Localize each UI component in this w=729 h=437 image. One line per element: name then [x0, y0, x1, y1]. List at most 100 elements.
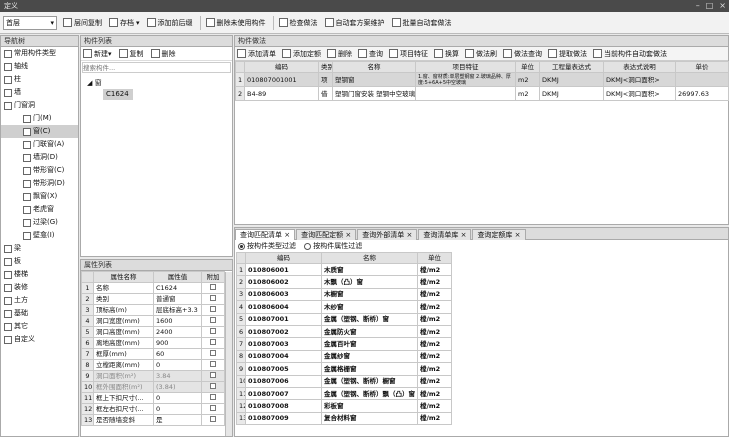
tree-root-window[interactable]: ◢ 窗: [87, 78, 226, 89]
delete-unused-button[interactable]: 删除未使用构件: [205, 18, 266, 28]
component-search-input[interactable]: [82, 62, 231, 73]
method-cell-feature[interactable]: 1.窗、窗材质:单层塑钢窗 2.玻璃品种、厚度:5+6A+5中空玻璃: [415, 72, 516, 87]
method-cell-name[interactable]: 塑钢窗: [332, 72, 416, 87]
method-cell-expr[interactable]: DKMJ: [539, 72, 604, 87]
query-row[interactable]: 9 010807005 金属格栅窗 樘/m2: [236, 362, 452, 376]
method-brush-button[interactable]: 做法刷: [465, 49, 497, 59]
nav-item[interactable]: 带形洞(D): [1, 177, 78, 190]
property-extra-checkbox[interactable]: [201, 348, 225, 360]
property-row[interactable]: 8 立樘距离(mm) 0: [81, 359, 225, 371]
nav-item[interactable]: 土方: [1, 294, 78, 307]
property-value[interactable]: 0: [153, 359, 202, 371]
property-row[interactable]: 1 名称 C1624: [81, 282, 225, 294]
method-query-button[interactable]: 做法查询: [503, 49, 542, 59]
property-row[interactable]: 9 洞口面积(m²) 3.84: [81, 370, 225, 382]
query-tab[interactable]: 查询清单库 ×: [418, 229, 472, 240]
property-value[interactable]: (3.84): [153, 381, 202, 393]
nav-item[interactable]: 门联窗(A): [1, 138, 78, 151]
property-row[interactable]: 12 框左右扣尺寸(... 0: [81, 403, 225, 415]
property-value[interactable]: 2400: [153, 326, 202, 338]
query-row[interactable]: 6 010807002 金属防火窗 樘/m2: [236, 324, 452, 339]
property-extra-checkbox[interactable]: [201, 403, 225, 415]
property-value[interactable]: 60: [153, 348, 202, 360]
method-cell-code[interactable]: 010807001001: [244, 72, 319, 87]
nav-item[interactable]: 壁龛(I): [1, 229, 78, 242]
nav-item[interactable]: 门窗洞: [1, 99, 78, 112]
method-cell-name[interactable]: 塑钢门窗安装 塑钢中空玻璃窗: [332, 86, 416, 101]
method-cell-price[interactable]: [675, 72, 729, 87]
nav-item[interactable]: 柱: [1, 73, 78, 86]
nav-item[interactable]: 梁: [1, 242, 78, 255]
delete-component-button[interactable]: 删除: [150, 49, 176, 59]
nav-item[interactable]: 墙洞(D): [1, 151, 78, 164]
property-extra-checkbox[interactable]: [201, 282, 225, 294]
property-row[interactable]: 3 顶标高(m) 层底标高+3.3: [81, 304, 225, 316]
query-tab[interactable]: 查询匹配清单 ×: [235, 229, 296, 240]
method-cell-expr[interactable]: DKMJ: [539, 86, 604, 101]
property-value[interactable]: 1600: [153, 315, 202, 327]
property-row[interactable]: 11 框上下扣尺寸(... 0: [81, 392, 225, 404]
nav-item[interactable]: 板: [1, 255, 78, 268]
close-icon[interactable]: ×: [515, 231, 521, 239]
query-row[interactable]: 5 010807001 金属（塑钢、断桥）窗 樘/m2: [236, 312, 452, 326]
property-extra-checkbox[interactable]: [201, 337, 225, 349]
property-extra-checkbox[interactable]: [201, 315, 225, 327]
property-value[interactable]: 普通窗: [153, 293, 202, 305]
close-icon[interactable]: ×: [406, 231, 412, 239]
nav-item[interactable]: 带形窗(C): [1, 164, 78, 177]
query-row[interactable]: 10010807006金属（塑钢、断桥）橱窗樘/m2: [236, 374, 452, 388]
property-value[interactable]: 0: [153, 403, 202, 415]
method-cell-feature[interactable]: [415, 86, 516, 101]
check-method-button[interactable]: 检查做法: [278, 18, 318, 28]
project-feature-button[interactable]: 项目特征: [389, 49, 428, 59]
add-prefix-suffix-button[interactable]: 添加前后缀: [146, 18, 193, 28]
nav-item[interactable]: 老虎窗: [1, 203, 78, 216]
query-tab[interactable]: 查询定额库 ×: [472, 229, 526, 240]
query-row[interactable]: 2 010806002 木飘（凸）窗 樘/m2: [236, 275, 452, 289]
properties-scrollbar[interactable]: [225, 272, 232, 436]
filter-by-type-radio[interactable]: 按构件类型过滤: [238, 242, 296, 250]
property-row[interactable]: 6 离地高度(mm) 900: [81, 337, 225, 349]
nav-item[interactable]: 其它: [1, 320, 78, 333]
close-icon[interactable]: ×: [719, 1, 726, 10]
filter-by-attr-radio[interactable]: 按构件属性过滤: [304, 242, 362, 250]
extract-method-button[interactable]: 提取做法: [548, 49, 587, 59]
convert-button[interactable]: 换算: [434, 49, 459, 59]
nav-item[interactable]: 飘窗(X): [1, 190, 78, 203]
query-row[interactable]: 11010807007金属（塑钢、断桥）飘（凸）窗樘/m2: [236, 386, 452, 401]
property-extra-checkbox[interactable]: [201, 293, 225, 305]
close-icon[interactable]: ×: [284, 231, 290, 239]
minimize-icon[interactable]: –: [696, 1, 700, 10]
close-icon[interactable]: ×: [345, 231, 351, 239]
method-cell-type[interactable]: 项: [318, 72, 333, 87]
auto-method-current-button[interactable]: 当前构件自动套做法: [593, 49, 667, 59]
property-extra-checkbox[interactable]: [201, 359, 225, 371]
nav-item[interactable]: 轴线: [1, 60, 78, 73]
property-value[interactable]: 900: [153, 337, 202, 349]
query-row[interactable]: 13010807009复合材料窗樘/m2: [236, 411, 452, 426]
query-row[interactable]: 1 010806001 木质窗 樘/m2: [236, 262, 452, 277]
query-tab[interactable]: 查询外部清单 ×: [357, 229, 418, 240]
property-extra-checkbox[interactable]: [201, 392, 225, 404]
floor-select[interactable]: 首层 ▾: [3, 15, 57, 30]
nav-item[interactable]: 基础: [1, 307, 78, 320]
query-row[interactable]: 3 010806003 木橱窗 樘/m2: [236, 287, 452, 302]
property-extra-checkbox[interactable]: [201, 381, 225, 393]
query-row[interactable]: 7 010807003 金属百叶窗 樘/m2: [236, 337, 452, 351]
nav-item[interactable]: 自定义: [1, 333, 78, 346]
archive-button[interactable]: 存档 ▾: [109, 18, 140, 28]
delete-method-button[interactable]: 删除: [327, 49, 352, 59]
nav-item[interactable]: 窗(C): [1, 125, 78, 138]
property-value[interactable]: 3.84: [153, 370, 202, 382]
nav-item[interactable]: 装修: [1, 281, 78, 294]
property-extra-checkbox[interactable]: [201, 304, 225, 316]
copy-between-floors-button[interactable]: 层间复制: [63, 18, 102, 28]
property-extra-checkbox[interactable]: [201, 414, 225, 426]
method-row[interactable]: 1 010807001001 项塑钢窗 1.窗、窗材质:单层塑钢窗 2.玻璃品种、厚度…: [235, 72, 729, 87]
method-cell-unit[interactable]: m2: [515, 72, 540, 87]
nav-item[interactable]: 墙: [1, 86, 78, 99]
method-cell-desc[interactable]: DKMJ<洞口面积>: [603, 86, 676, 101]
property-row[interactable]: 7 框厚(mm) 60: [81, 348, 225, 360]
property-row[interactable]: 13 是否随墙变斜是: [81, 414, 225, 426]
nav-item[interactable]: 门(M): [1, 112, 78, 125]
